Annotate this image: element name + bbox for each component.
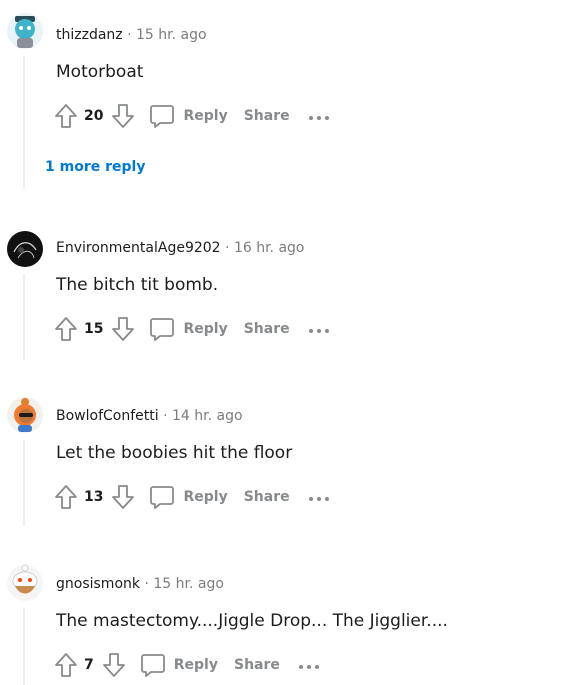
ellipsis-icon[interactable] xyxy=(308,492,330,502)
speech-bubble-icon[interactable] xyxy=(140,652,166,678)
more-replies-link[interactable]: 1 more reply xyxy=(45,159,145,175)
timestamp[interactable]: 16 hr. ago xyxy=(234,240,305,256)
speech-bubble-icon[interactable] xyxy=(149,484,175,510)
timestamp[interactable]: 14 hr. ago xyxy=(172,408,243,424)
thread-line[interactable] xyxy=(23,274,25,360)
meta-separator: · xyxy=(163,408,168,424)
comment-actions: 15 Reply Share xyxy=(54,315,330,343)
comment-body: The bitch tit bomb. xyxy=(56,275,219,295)
share-button[interactable]: Share xyxy=(244,108,290,124)
thread-line[interactable] xyxy=(23,56,25,188)
comment-body: The mastectomy....Jiggle Drop... The Jig… xyxy=(56,611,448,631)
share-button[interactable]: Share xyxy=(244,321,290,337)
comment-actions: 20 Reply Share xyxy=(54,102,330,130)
comment-meta: thizzdanz · 15 hr. ago xyxy=(56,26,207,44)
ellipsis-icon[interactable] xyxy=(298,660,320,670)
comment-meta: BowlofConfetti · 14 hr. ago xyxy=(56,407,243,425)
avatar[interactable] xyxy=(6,230,44,268)
username[interactable]: gnosismonk xyxy=(56,576,140,592)
comment-actions: 7 Reply Share xyxy=(54,651,320,679)
avatar[interactable] xyxy=(6,396,44,434)
share-button[interactable]: Share xyxy=(234,657,280,673)
reply-button[interactable]: Reply xyxy=(183,489,227,505)
username[interactable]: BowlofConfetti xyxy=(56,408,159,424)
reply-button[interactable]: Reply xyxy=(183,321,227,337)
timestamp[interactable]: 15 hr. ago xyxy=(136,27,207,43)
downvote-arrow-icon[interactable] xyxy=(111,316,135,342)
thread-line[interactable] xyxy=(23,440,25,526)
upvote-arrow-icon[interactable] xyxy=(54,652,78,678)
reply-button[interactable]: Reply xyxy=(174,657,218,673)
reply-button[interactable]: Reply xyxy=(183,108,227,124)
downvote-arrow-icon[interactable] xyxy=(111,484,135,510)
comment-meta: gnosismonk · 15 hr. ago xyxy=(56,575,224,593)
upvote-arrow-icon[interactable] xyxy=(54,316,78,342)
meta-separator: · xyxy=(225,240,230,256)
comment-actions: 13 Reply Share xyxy=(54,483,330,511)
upvote-arrow-icon[interactable] xyxy=(54,103,78,129)
ellipsis-icon[interactable] xyxy=(308,324,330,334)
vote-score: 7 xyxy=(84,657,94,673)
share-button[interactable]: Share xyxy=(244,489,290,505)
speech-bubble-icon[interactable] xyxy=(149,103,175,129)
ellipsis-icon[interactable] xyxy=(308,111,330,121)
avatar[interactable] xyxy=(6,564,44,602)
vote-score: 13 xyxy=(84,489,104,505)
comment-meta: EnvironmentalAge9202 · 16 hr. ago xyxy=(56,239,304,257)
username[interactable]: thizzdanz xyxy=(56,27,123,43)
username[interactable]: EnvironmentalAge9202 xyxy=(56,240,221,256)
timestamp[interactable]: 15 hr. ago xyxy=(153,576,224,592)
comment-body: Let the boobies hit the floor xyxy=(56,443,293,463)
avatar[interactable] xyxy=(6,12,44,50)
upvote-arrow-icon[interactable] xyxy=(54,484,78,510)
speech-bubble-icon[interactable] xyxy=(149,316,175,342)
vote-score: 15 xyxy=(84,321,104,337)
downvote-arrow-icon[interactable] xyxy=(102,652,126,678)
downvote-arrow-icon[interactable] xyxy=(111,103,135,129)
thread-line[interactable] xyxy=(23,608,25,685)
meta-separator: · xyxy=(144,576,149,592)
meta-separator: · xyxy=(127,27,132,43)
vote-score: 20 xyxy=(84,108,104,124)
comment-body: Motorboat xyxy=(56,62,144,82)
